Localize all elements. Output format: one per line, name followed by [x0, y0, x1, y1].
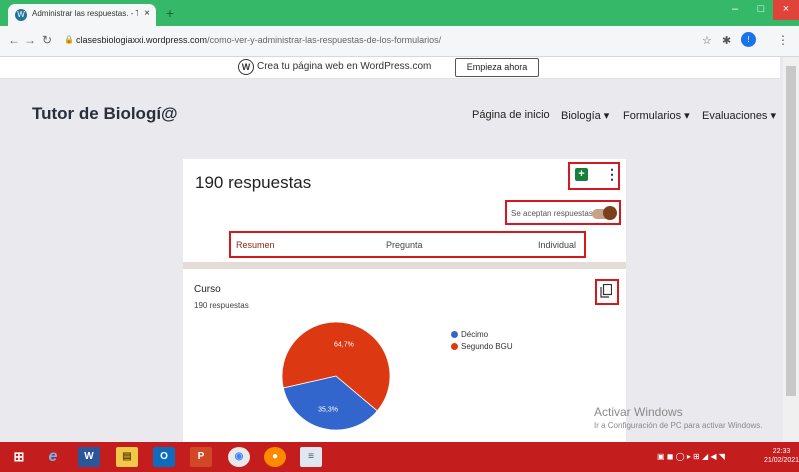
- back-arrow-icon[interactable]: ←: [8, 33, 20, 47]
- question-response-count: 190 respuestas: [194, 301, 249, 310]
- tab-title: Administrar las respuestas. - Tut: [32, 9, 138, 18]
- wordpress-logo-icon: W: [238, 59, 254, 75]
- nav-formularios[interactable]: Formularios ▾: [623, 109, 690, 122]
- internet-explorer-icon[interactable]: e: [42, 447, 64, 467]
- powerpoint-icon[interactable]: P: [190, 447, 212, 467]
- question-title: Curso: [194, 284, 221, 295]
- copy-chart-icon[interactable]: [600, 284, 612, 298]
- window-maximize-button[interactable]: □: [748, 0, 774, 20]
- question-card: [183, 269, 626, 442]
- toggle-knob[interactable]: [603, 206, 617, 220]
- sheets-plus-icon[interactable]: +: [575, 168, 588, 181]
- site-title[interactable]: Tutor de Biologí@: [32, 104, 178, 124]
- start-now-button[interactable]: Empieza ahora: [455, 58, 539, 77]
- extensions-puzzle-icon[interactable]: ✱: [722, 34, 731, 47]
- scrollbar-thumb[interactable]: [786, 66, 796, 396]
- url-text[interactable]: clasesbiologiaxxi.wordpress.com/como-ver…: [76, 35, 441, 45]
- firefox-icon[interactable]: ●: [264, 447, 286, 467]
- bookmark-star-icon[interactable]: ☆: [702, 34, 712, 47]
- clock-time: 22:33: [772, 448, 791, 455]
- windows-start-icon[interactable]: ⊞: [8, 447, 30, 467]
- forward-arrow-icon[interactable]: →: [24, 33, 36, 47]
- taskbar-clock[interactable]: 22:33 21/02/2021: [764, 447, 799, 465]
- window-close-button[interactable]: ×: [773, 0, 799, 20]
- tab-close-icon[interactable]: ×: [144, 8, 150, 19]
- browser-tab[interactable]: W Administrar las respuestas. - Tut ×: [8, 4, 156, 26]
- word-icon[interactable]: W: [78, 447, 100, 467]
- tab-individual[interactable]: Individual: [538, 240, 576, 250]
- tray-icons[interactable]: ▣ ◼ ◯ ▸ ⊞ ◢ ◀ ◥: [657, 452, 725, 461]
- card-divider: [183, 262, 626, 269]
- file-explorer-icon[interactable]: ▤: [116, 447, 138, 467]
- window-minimize-button[interactable]: –: [722, 0, 748, 20]
- reload-icon[interactable]: ↻: [42, 33, 52, 47]
- chrome-icon[interactable]: ◉: [228, 447, 250, 467]
- tab-pregunta[interactable]: Pregunta: [386, 240, 423, 250]
- pie-chart: 35,3% 64,7%: [281, 321, 391, 431]
- pie-slice-label-1: 64,7%: [334, 341, 354, 348]
- more-options-icon[interactable]: ⋮: [605, 166, 619, 183]
- wordpress-favicon-icon: W: [15, 9, 27, 21]
- legend-dot-decimo: [451, 331, 458, 338]
- responses-title: 190 respuestas: [195, 173, 312, 192]
- accepting-responses-label: Se aceptan respuestas: [511, 209, 593, 218]
- legend-label-decimo: Décimo: [461, 330, 489, 339]
- notepad-icon[interactable]: ≡: [300, 447, 322, 467]
- banner-text[interactable]: Crea tu página web en WordPress.com: [257, 61, 431, 72]
- nav-home[interactable]: Página de inicio: [472, 109, 550, 121]
- pie-slice-label-0: 35,3%: [318, 407, 338, 414]
- legend-label-segundo-bgu: Segundo BGU: [461, 342, 513, 351]
- outlook-icon[interactable]: O: [153, 447, 175, 467]
- url-path: /como-ver-y-administrar-las-respuestas-d…: [207, 35, 442, 45]
- tab-resumen[interactable]: Resumen: [236, 240, 275, 250]
- nav-evaluaciones[interactable]: Evaluaciones ▾: [702, 109, 776, 122]
- windows-watermark-title: Activar Windows: [594, 405, 683, 419]
- url-host: clasesbiologiaxxi.wordpress.com: [76, 35, 208, 45]
- new-tab-button[interactable]: +: [162, 5, 178, 21]
- legend-dot-segundo-bgu: [451, 343, 458, 350]
- browser-menu-icon[interactable]: ⋮: [777, 33, 789, 47]
- profile-avatar-icon[interactable]: !: [741, 32, 756, 47]
- clock-date: 21/02/2021: [764, 457, 799, 464]
- nav-biologia[interactable]: Biología ▾: [561, 109, 609, 122]
- lock-icon: 🔒: [64, 35, 74, 44]
- windows-watermark-subtitle: Ir a Configuración de PC para activar Wi…: [594, 421, 763, 430]
